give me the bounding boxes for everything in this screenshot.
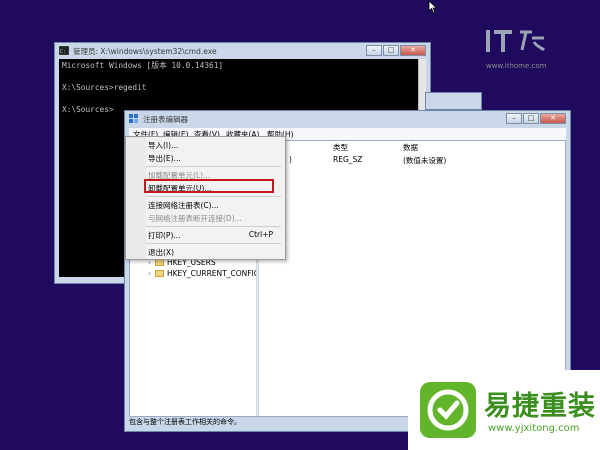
regedit-title: 注册表编辑器	[143, 115, 188, 124]
column-header-data[interactable]: 数据	[403, 142, 418, 153]
regedit-titlebar[interactable]: 注册表编辑器 – □ ✕	[125, 111, 570, 127]
menu-separator	[146, 243, 281, 244]
cmd-line	[62, 71, 415, 82]
menu-item-export[interactable]: 导出(E)...	[148, 153, 181, 164]
brand-url: www.yjxitong.com	[488, 423, 580, 434]
tree-node-label: HKEY_CURRENT_CONFIG	[167, 269, 260, 278]
menu-separator	[146, 226, 281, 227]
tree-node[interactable]: › HKEY_CURRENT_CONFIG	[148, 269, 260, 278]
cmd-icon: C:	[59, 46, 69, 55]
value-name-tail: )	[289, 155, 292, 164]
folder-icon	[155, 259, 164, 266]
file-menu-dropdown: 导入(I)... 导出(E)... 加载配置单元(L)... 卸载配置单元(U)…	[125, 136, 286, 260]
arrow-cursor-icon	[428, 0, 438, 14]
ithome-url: www.ithome.com	[486, 62, 547, 70]
menu-gutter	[126, 137, 146, 259]
menu-item-connect-network-registry[interactable]: 连接网络注册表(C)...	[148, 200, 219, 211]
value-data: (数值未设置)	[403, 156, 447, 165]
column-header-type[interactable]: 类型	[333, 142, 348, 153]
svg-text:C:: C:	[60, 49, 66, 55]
brand-corner: 易捷重装 www.yjxitong.com	[408, 370, 600, 450]
background-window-edge	[425, 92, 482, 110]
value-type: REG_SZ	[333, 155, 363, 164]
close-icon[interactable]: ✕	[400, 45, 426, 56]
brand-logo-icon	[420, 382, 476, 438]
close-icon[interactable]: ✕	[540, 113, 566, 124]
menu-item-exit[interactable]: 退出(X)	[148, 247, 174, 258]
cmd-line: X:\Sources>regedit	[62, 83, 147, 92]
menu-separator	[146, 166, 281, 167]
highlight-box	[144, 179, 274, 193]
cmd-line	[62, 93, 415, 104]
minimize-icon[interactable]: –	[506, 113, 522, 124]
cmd-title: 管理员: X:\windows\system32\cmd.exe	[73, 47, 217, 56]
cmd-titlebar[interactable]: C: 管理员: X:\windows\system32\cmd.exe – □ …	[55, 43, 430, 59]
minimize-icon[interactable]: –	[366, 45, 382, 56]
menu-separator	[146, 196, 281, 197]
print-shortcut: Ctrl+P	[248, 230, 273, 239]
maximize-icon[interactable]: □	[383, 45, 399, 56]
brand-name: 易捷重装	[484, 391, 596, 422]
maximize-icon[interactable]: □	[523, 113, 539, 124]
menu-item-print[interactable]: 打印(P)...	[148, 230, 181, 241]
menu-item-disconnect-network-registry[interactable]: 与网络注册表断开连接(D)...	[148, 213, 242, 224]
menu-item-import[interactable]: 导入(I)...	[148, 140, 178, 151]
regedit-icon	[129, 114, 138, 123]
chevron-right-icon[interactable]: ›	[148, 269, 151, 278]
folder-icon	[155, 270, 164, 277]
cmd-line: Microsoft Windows [版本 10.0.14361]	[62, 61, 224, 70]
